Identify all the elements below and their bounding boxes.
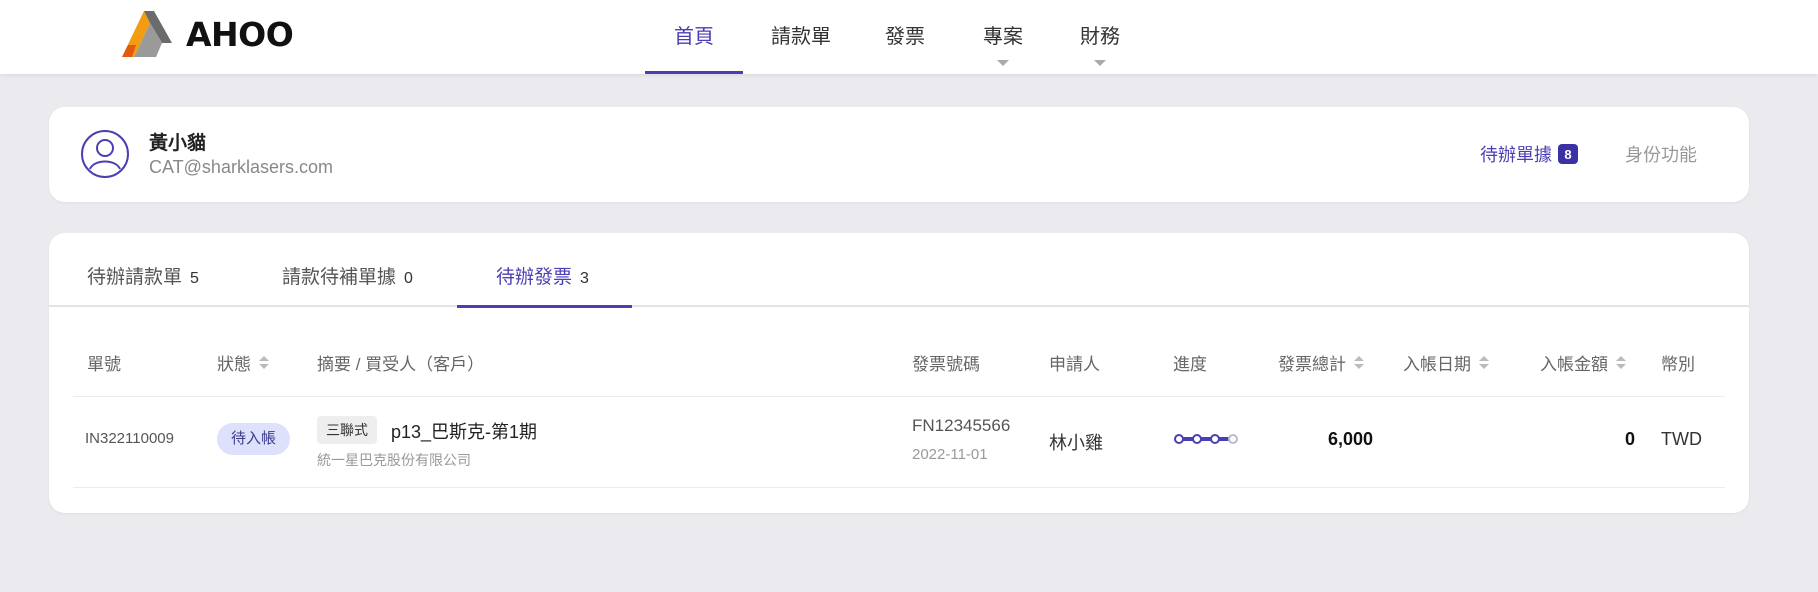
column-header-applicant: 申請人 <box>1049 350 1100 375</box>
applicant-name: 林小雞 <box>1049 433 1103 453</box>
nav-finance[interactable]: 財務 <box>1055 0 1145 74</box>
invoice-number: FN12345566 <box>912 416 1011 435</box>
invoice-total: 6,000 <box>1327 429 1373 449</box>
user-email: CAT@sharklasers.com <box>149 157 333 177</box>
user-name: 黃小貓 <box>149 133 207 154</box>
column-header-status[interactable]: 狀態 <box>217 350 269 375</box>
sort-icon[interactable] <box>1479 356 1489 369</box>
sort-icon[interactable] <box>1354 356 1364 369</box>
column-label: 發票總計 <box>1278 355 1346 374</box>
tab-missing-documents[interactable]: 請款待補單據 0 <box>282 233 413 307</box>
client-name: 統一星巴克股份有限公司 <box>317 452 471 468</box>
nav-payment-requests-label: 請款單 <box>771 26 831 48</box>
pending-documents-label: 待辦單據 <box>1480 145 1552 165</box>
tab-count: 5 <box>190 270 199 287</box>
nav-projects[interactable]: 專案 <box>951 0 1055 74</box>
invoice-summary[interactable]: p13_巴斯克-第1期 <box>391 418 537 444</box>
active-tab-indicator <box>457 305 632 308</box>
column-header-posting-date[interactable]: 入帳日期 <box>1403 350 1489 375</box>
chevron-down-icon <box>1094 60 1106 66</box>
currency: TWD <box>1661 429 1702 449</box>
tab-pending-invoices[interactable]: 待辦發票 3 <box>496 233 589 307</box>
nav-payment-requests[interactable]: 請款單 <box>743 0 859 74</box>
progress-stepper <box>1174 434 1238 444</box>
chevron-down-icon <box>997 60 1009 66</box>
column-label: 單號 <box>87 355 121 374</box>
tab-label: 請款待補單據 <box>282 267 397 288</box>
column-header-currency: 幣別 <box>1661 350 1695 375</box>
posted-amount: 0 <box>1624 429 1635 449</box>
nav-projects-label: 專案 <box>983 26 1023 48</box>
column-label: 申請人 <box>1049 355 1100 374</box>
nav-finance-label: 財務 <box>1080 26 1120 48</box>
brand-name: AHOO <box>186 14 294 54</box>
column-header-progress: 進度 <box>1173 350 1207 375</box>
tab-label: 待辦請款單 <box>87 267 183 288</box>
top-navbar: AHOO 首頁 請款單 發票 專案 財務 <box>0 0 1818 74</box>
invoice-date: 2022-11-01 <box>912 446 988 463</box>
progress-step <box>1228 434 1238 444</box>
column-label: 進度 <box>1173 355 1207 374</box>
column-label: 入帳日期 <box>1403 355 1471 374</box>
column-label: 狀態 <box>217 355 251 374</box>
sort-icon[interactable] <box>259 356 269 369</box>
brand-logo[interactable]: AHOO <box>118 9 294 59</box>
divider <box>73 396 1725 397</box>
pending-documents-link[interactable]: 待辦單據 8 <box>1480 141 1578 167</box>
column-header-invoice-no: 發票號碼 <box>912 350 980 375</box>
progress-step <box>1210 434 1220 444</box>
tab-pending-payment-requests[interactable]: 待辦請款單 5 <box>87 233 199 307</box>
column-header-doc-no: 單號 <box>87 350 121 375</box>
column-header-posted-amount[interactable]: 入帳金額 <box>1540 350 1626 375</box>
ahoo-logo-icon <box>122 11 172 57</box>
user-avatar-icon <box>81 130 129 178</box>
progress-step <box>1192 434 1202 444</box>
role-functions-link[interactable]: 身份功能 <box>1625 141 1697 167</box>
column-label: 摘要 / 買受人（客戶） <box>317 355 485 374</box>
tab-count: 3 <box>580 270 589 287</box>
pending-count-badge: 8 <box>1558 144 1578 164</box>
column-label: 發票號碼 <box>912 355 980 374</box>
nav-invoices[interactable]: 發票 <box>859 0 951 74</box>
table-row-doc-no[interactable]: IN322110009 <box>85 430 174 447</box>
column-header-summary: 摘要 / 買受人（客戶） <box>317 350 484 375</box>
sort-icon[interactable] <box>1616 356 1626 369</box>
tab-label: 待辦發票 <box>496 267 573 288</box>
nav-home-label: 首頁 <box>674 26 714 48</box>
nav-invoices-label: 發票 <box>885 26 925 48</box>
status-badge: 待入帳 <box>217 423 291 455</box>
progress-step <box>1174 434 1184 444</box>
column-header-invoice-total[interactable]: 發票總計 <box>1278 350 1364 375</box>
tasks-card: 待辦請款單 5 請款待補單據 0 待辦發票 3 單號 狀態 摘要 / 買受人（客戶） … <box>49 233 1749 513</box>
profile-card: 黃小貓 CAT@sharklasers.com 待辦單據 8 身份功能 <box>49 107 1749 202</box>
divider <box>73 487 1725 488</box>
main-nav: 首頁 請款單 發票 專案 財務 <box>645 0 1145 74</box>
invoice-type-tag: 三聯式 <box>317 416 377 444</box>
column-label: 幣別 <box>1661 355 1695 374</box>
column-label: 入帳金額 <box>1540 355 1608 374</box>
nav-home[interactable]: 首頁 <box>645 0 743 74</box>
tab-count: 0 <box>404 270 413 287</box>
task-tabs: 待辦請款單 5 請款待補單據 0 待辦發票 3 <box>49 233 1749 308</box>
